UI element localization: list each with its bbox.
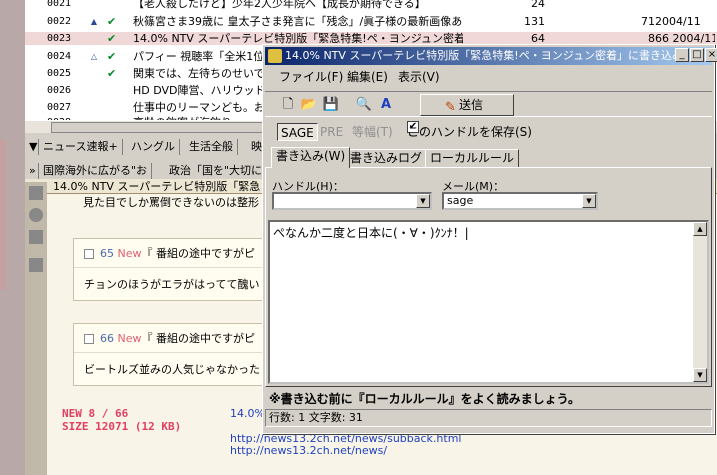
message-text: ぺなんか二度と日本に(・∀・)ｸﾝﾅ！| — [273, 226, 469, 240]
check-icon: ✔ — [107, 32, 117, 45]
tab-write-log[interactable]: 書き込みログ — [345, 149, 428, 167]
tab-local-rule[interactable]: ローカルルール — [425, 149, 520, 167]
local-rule-notice: ※書き込む前に『ローカルルール』をよく読みましょう。 — [269, 392, 580, 406]
open-icon[interactable]: 📂 — [300, 96, 318, 114]
new-icon[interactable]: 🗋 — [279, 96, 297, 114]
status-bar: 行数: 1 文字数: 31 — [265, 409, 712, 427]
tab-write[interactable]: 書き込み(W) — [271, 147, 351, 168]
tab-menu-icon[interactable]: ▼ — [25, 139, 39, 155]
pre-toggle[interactable]: PRE — [317, 123, 346, 141]
link-board[interactable]: http://news13.2ch.net/news/ — [230, 444, 387, 457]
tab-news[interactable]: ニュース速報+ — [39, 139, 123, 155]
post-text-top: 見た目でしか罵倒できないのは整形 — [83, 196, 259, 209]
post-header: 『 番組の途中ですがピ — [141, 247, 256, 260]
message-textarea[interactable]: ぺなんか二度と日本に(・∀・)ｸﾝﾅ！| ▲ ▼ — [268, 220, 709, 384]
tab-thread-1[interactable]: 国際海外に広がる"お — [39, 163, 153, 179]
tab-thread-2[interactable]: 政治「国を"大切に — [165, 163, 268, 179]
check-icon: ✔ — [107, 15, 117, 28]
menubar: ファイル(F) 編集(E) 表示(V) — [265, 67, 712, 87]
scroll-up-icon[interactable]: ▲ — [693, 222, 707, 236]
dialog-titlebar[interactable]: 14.0% NTV スーパーテレビ特別版「緊急特集!ペ・ヨンジュン密着」に書き込… — [265, 47, 712, 65]
dialog-title: 14.0% NTV スーパーテレビ特別版「緊急特集!ペ・ヨンジュン密着」に書き込… — [285, 49, 683, 62]
vertical-scrollbar[interactable]: ▲ ▼ — [693, 222, 707, 382]
dialog-tabs: 書き込み(W) 書き込みログ ローカルルール — [269, 147, 710, 168]
new-badge: New — [117, 247, 142, 260]
mail-field[interactable]: sage ▼ — [442, 192, 598, 210]
view-toolbar — [25, 182, 47, 475]
new-badge: New — [117, 332, 142, 345]
thread-stats: NEW 8 / 66 SIZE 12071 (12 KB) — [62, 407, 181, 433]
handle-field[interactable]: ▼ — [272, 192, 432, 210]
send-button[interactable]: ✎ 送信 — [420, 94, 514, 116]
option-bar: SAGE PRE 等幅(T) ✔ このハンドルを保存(S) — [265, 121, 712, 143]
sage-toggle[interactable]: SAGE — [277, 123, 318, 141]
size-info: SIZE 12071 (12 KB) — [62, 420, 182, 433]
menu-view[interactable]: 表示(V) — [398, 67, 440, 87]
checkbox[interactable] — [84, 249, 94, 259]
preview-icon[interactable]: 🔍 — [355, 96, 373, 114]
menu-edit[interactable]: 編集(E) — [347, 67, 388, 87]
tab-hangul[interactable]: ハングル — [127, 139, 180, 155]
checkbox[interactable] — [84, 334, 94, 344]
left-strip — [0, 0, 25, 475]
check-icon: ✔ — [107, 50, 117, 63]
post-number[interactable]: 66 — [100, 332, 114, 345]
tab-life[interactable]: 生活全般 — [185, 139, 238, 155]
write-dialog: 14.0% NTV スーパーテレビ特別版「緊急特集!ペ・ヨンジュン密着」に書き込… — [262, 44, 717, 434]
circle-icon[interactable] — [29, 208, 43, 222]
post-number[interactable]: 65 — [100, 247, 114, 260]
toolbar: 🗋 📂 💾 🔍 A ✎ 送信 — [265, 91, 712, 117]
write-panel: ハンドル(H)： ▼ メール(M)： sage ▼ ぺなんか二度と日本に(・∀・)… — [265, 167, 712, 387]
up-icon: ▲ — [90, 17, 98, 26]
maximize-button[interactable]: □ — [690, 48, 704, 62]
table-row[interactable]: 0021 【老人殺したけど】少年2人少年院へ【成長が期待できる】 24 — [25, 0, 717, 10]
table-row[interactable]: 0022 ▲ ✔ 秋篠宮さま39歳に 皇太子さま発言に「残念」/眞子様の最新画像あり 1… — [25, 15, 717, 28]
monospace-toggle[interactable]: 等幅(T) — [349, 123, 396, 141]
chevron-down-icon[interactable]: ▼ — [582, 194, 596, 208]
menu-file[interactable]: ファイル(F) — [279, 67, 343, 87]
doc-icon[interactable] — [29, 186, 43, 200]
page-icon[interactable] — [29, 230, 43, 244]
double-arrow-icon[interactable]: » — [25, 163, 39, 179]
send-icon: ✎ — [445, 100, 456, 115]
post-header: 『 番組の途中ですがピ — [141, 332, 256, 345]
save-icon[interactable]: 💾 — [322, 96, 340, 114]
pen-icon — [268, 49, 282, 63]
chevron-down-icon[interactable]: ▼ — [416, 194, 430, 208]
arrow-icon[interactable] — [29, 258, 43, 272]
minimize-button[interactable]: _ — [675, 48, 689, 62]
close-button[interactable]: × — [705, 48, 717, 62]
check-icon: ✔ — [107, 67, 117, 80]
scroll-down-icon[interactable]: ▼ — [693, 368, 707, 382]
font-icon[interactable]: A — [377, 96, 395, 114]
up-outline-icon: △ — [90, 52, 98, 61]
new-count: NEW 8 / 66 — [62, 407, 129, 420]
scroll-thumb[interactable] — [51, 122, 271, 133]
